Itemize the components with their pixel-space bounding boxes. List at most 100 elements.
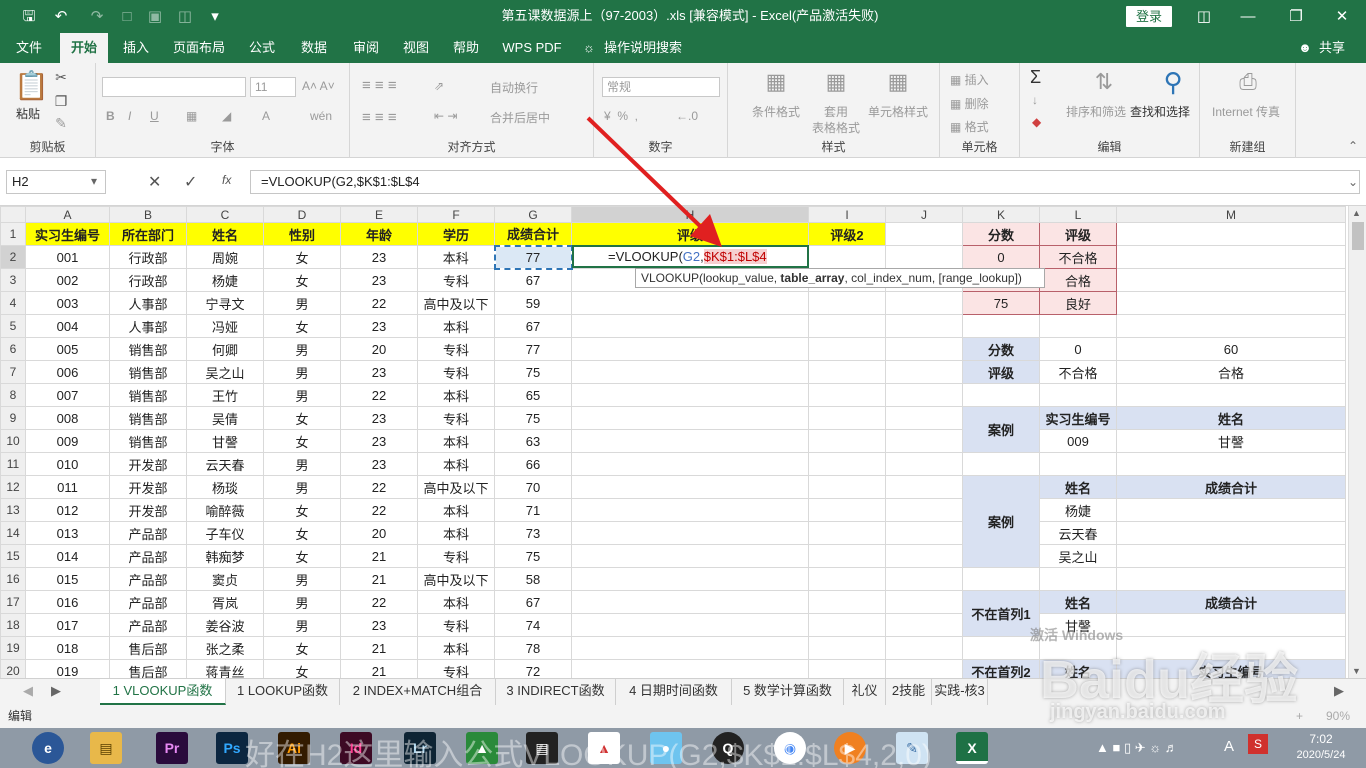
rating-cell[interactable] — [571, 406, 809, 430]
column-header-G[interactable]: G — [494, 206, 572, 223]
data-cell[interactable]: 72 — [494, 659, 572, 678]
data-cell[interactable]: 男 — [263, 383, 341, 407]
rating2-cell[interactable] — [808, 521, 886, 545]
number-format-select[interactable]: 常规 — [602, 77, 720, 97]
empty-cell[interactable] — [885, 383, 963, 407]
ime-indicator[interactable]: A — [1224, 738, 1234, 755]
data-cell[interactable]: 71 — [494, 498, 572, 522]
premiere-icon[interactable]: Pr — [156, 732, 188, 764]
row-header-18[interactable]: 18 — [0, 613, 26, 637]
data-cell[interactable]: 产品部 — [109, 567, 187, 591]
rating2-cell[interactable] — [808, 452, 886, 476]
tell-me-search[interactable]: 操作说明搜索 — [604, 33, 694, 63]
rating2-cell[interactable] — [808, 314, 886, 338]
formula-input[interactable]: =VLOOKUP(G2,$K$1:$L$4 — [250, 170, 1360, 194]
open-icon[interactable]: ◫ — [176, 0, 194, 33]
data-cell[interactable]: 开发部 — [109, 475, 187, 499]
case1-header-name[interactable]: 姓名 — [1116, 406, 1346, 430]
tab-view[interactable]: 视图 — [394, 33, 438, 63]
data-cell[interactable]: 21 — [340, 636, 418, 660]
login-button[interactable]: 登录 — [1126, 6, 1172, 27]
empty-cell[interactable] — [885, 291, 963, 315]
data-cell[interactable]: 本科 — [417, 383, 495, 407]
data-cell[interactable]: 男 — [263, 337, 341, 361]
empty-cell[interactable] — [885, 659, 963, 678]
lookup-grade-cell[interactable]: 良好 — [1039, 291, 1117, 315]
header-cell[interactable]: 姓名 — [186, 222, 264, 246]
rating-cell[interactable] — [571, 567, 809, 591]
print-preview-icon[interactable]: ▣ — [146, 0, 164, 33]
data-cell[interactable]: 专科 — [417, 337, 495, 361]
rating2-cell[interactable] — [808, 245, 886, 269]
empty-cell[interactable] — [885, 498, 963, 522]
data-cell[interactable]: 006 — [25, 360, 110, 384]
rating2-cell[interactable] — [808, 636, 886, 660]
rating-cell[interactable] — [571, 590, 809, 614]
data-cell[interactable]: 吴之山 — [186, 360, 264, 384]
data-cell[interactable]: 女 — [263, 268, 341, 292]
cut-icon[interactable]: ✂ — [52, 69, 70, 86]
font-name-select[interactable] — [102, 77, 246, 97]
data-cell[interactable]: 销售部 — [109, 360, 187, 384]
data-cell[interactable]: 75 — [494, 360, 572, 384]
case1-id[interactable]: 009 — [1039, 429, 1117, 453]
empty-cell[interactable] — [1116, 567, 1346, 591]
data-cell[interactable]: 67 — [494, 268, 572, 292]
rating-cell[interactable] — [571, 521, 809, 545]
vertical-scrollbar[interactable]: ▲ ▼ — [1348, 206, 1366, 678]
data-cell[interactable]: 23 — [340, 360, 418, 384]
border-icon[interactable]: ▦ — [186, 109, 197, 123]
data-cell[interactable]: 本科 — [417, 521, 495, 545]
case2-header-name[interactable]: 姓名 — [1039, 475, 1117, 499]
hlookup-value[interactable]: 0 — [1039, 337, 1117, 361]
rating-cell[interactable] — [571, 636, 809, 660]
data-cell[interactable]: 姜谷波 — [186, 613, 264, 637]
data-cell[interactable]: 20 — [340, 521, 418, 545]
data-cell[interactable]: 59 — [494, 291, 572, 315]
data-cell[interactable]: 012 — [25, 498, 110, 522]
column-header-L[interactable]: L — [1039, 206, 1117, 223]
sheet-tab[interactable]: 2技能 — [886, 679, 932, 705]
tab-file[interactable]: 文件 — [6, 33, 52, 63]
cell-style-button[interactable]: 单元格样式 — [868, 103, 928, 120]
data-cell[interactable]: 011 — [25, 475, 110, 499]
grow-font-icon[interactable]: A˄ A˅ — [302, 79, 335, 93]
wrap-text-button[interactable]: 自动换行 — [490, 79, 538, 96]
rating2-cell[interactable] — [808, 544, 886, 568]
rating-cell[interactable] — [571, 659, 809, 678]
paste-icon[interactable]: 📋 — [14, 69, 49, 101]
column-header-J[interactable]: J — [885, 206, 963, 223]
data-cell[interactable]: 77 — [493, 244, 573, 270]
data-cell[interactable]: 高中及以下 — [417, 567, 495, 591]
data-cell[interactable]: 本科 — [417, 452, 495, 476]
data-cell[interactable]: 23 — [340, 613, 418, 637]
row-header-8[interactable]: 8 — [0, 383, 26, 407]
hscroll-right-icon[interactable]: ▶ — [1330, 679, 1348, 705]
data-cell[interactable]: 22 — [340, 475, 418, 499]
data-cell[interactable]: 产品部 — [109, 590, 187, 614]
case2-label[interactable]: 案例 — [962, 475, 1040, 568]
data-cell[interactable]: 销售部 — [109, 337, 187, 361]
row-header-5[interactable]: 5 — [0, 314, 26, 338]
rating-cell[interactable] — [571, 452, 809, 476]
table-format-button[interactable]: 套用 — [824, 103, 848, 120]
data-cell[interactable]: 008 — [25, 406, 110, 430]
row-header-6[interactable]: 6 — [0, 337, 26, 361]
empty-cell[interactable] — [1116, 383, 1346, 407]
rating2-cell[interactable] — [808, 429, 886, 453]
header-cell[interactable]: 评级 — [571, 222, 809, 246]
hlookup-label-grade[interactable]: 评级 — [962, 360, 1040, 384]
tab-help[interactable]: 帮助 — [444, 33, 488, 63]
data-cell[interactable]: 销售部 — [109, 383, 187, 407]
data-cell[interactable]: 何卿 — [186, 337, 264, 361]
enter-icon[interactable]: ✓ — [184, 172, 197, 192]
data-cell[interactable]: 杨婕 — [186, 268, 264, 292]
left-align-icon[interactable]: ≡ ≡ ≡ — [362, 109, 397, 126]
data-cell[interactable]: 韩痴梦 — [186, 544, 264, 568]
rating-cell[interactable] — [571, 360, 809, 384]
data-cell[interactable]: 002 — [25, 268, 110, 292]
empty-cell[interactable] — [1116, 222, 1346, 246]
data-cell[interactable]: 宁寻文 — [186, 291, 264, 315]
data-cell[interactable]: 男 — [263, 291, 341, 315]
redo-icon[interactable]: ↷ — [86, 0, 108, 33]
